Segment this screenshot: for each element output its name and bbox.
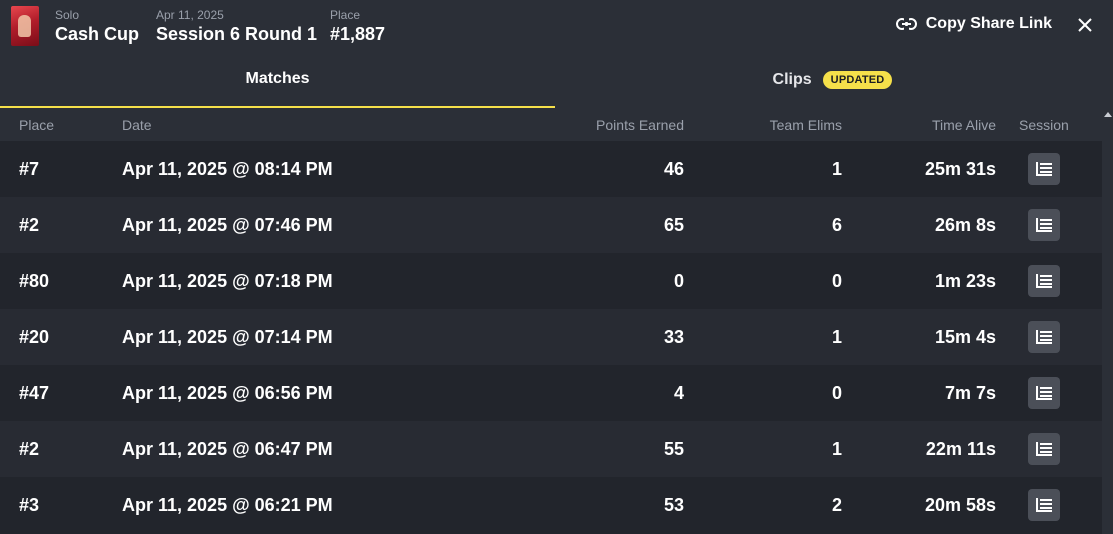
match-date: Apr 11, 2025 @ 07:14 PM <box>122 327 333 347</box>
match-points: 65 <box>663 215 684 235</box>
session-details-icon <box>1036 386 1052 400</box>
column-session: Session <box>1019 117 1069 133</box>
copy-share-link-button[interactable]: Copy Share Link <box>895 15 1052 33</box>
matches-table: #7 Apr 11, 2025 @ 08:14 PM 46 1 25m 31s … <box>0 141 1102 533</box>
match-time-alive: 15m 4s <box>934 327 996 347</box>
session-info: Apr 11, 2025 Session 6 Round 1 <box>156 8 317 45</box>
tab-matches[interactable]: Matches <box>0 52 555 108</box>
match-date: Apr 11, 2025 @ 08:14 PM <box>122 159 333 179</box>
match-date: Apr 11, 2025 @ 06:47 PM <box>122 439 333 459</box>
match-date: Apr 11, 2025 @ 07:18 PM <box>122 271 333 291</box>
table-row[interactable]: #2 Apr 11, 2025 @ 06:47 PM 55 1 22m 11s <box>0 421 1102 477</box>
match-elims: 0 <box>831 383 842 403</box>
column-place: Place <box>19 117 55 133</box>
match-place: #2 <box>19 215 40 235</box>
event-name: Cash Cup <box>55 24 140 44</box>
match-points: 55 <box>663 439 684 459</box>
updated-badge: UPDATED <box>822 71 893 89</box>
match-place: #47 <box>19 383 50 403</box>
link-icon <box>895 18 917 30</box>
event-info: Solo Cash Cup <box>55 8 139 45</box>
mode-label: Solo <box>55 8 80 22</box>
match-points: 46 <box>663 159 684 179</box>
session-details-button[interactable] <box>1028 489 1060 521</box>
session-details-icon <box>1036 442 1052 456</box>
tab-clips-label: Clips <box>772 71 812 88</box>
match-time-alive: 20m 58s <box>924 495 996 515</box>
session-details-icon <box>1036 218 1052 232</box>
match-place: #20 <box>19 327 50 347</box>
session-details-button[interactable] <box>1028 321 1060 353</box>
table-row[interactable]: #3 Apr 11, 2025 @ 06:21 PM 53 2 20m 58s <box>0 477 1102 533</box>
match-elims: 6 <box>831 215 842 235</box>
column-points: Points Earned <box>596 117 684 133</box>
close-icon[interactable] <box>1075 15 1095 35</box>
tab-bar: Matches Clips UPDATED <box>0 52 1113 108</box>
match-points: 33 <box>663 327 684 347</box>
column-date: Date <box>122 117 152 133</box>
session-details-icon <box>1036 330 1052 344</box>
match-points: 4 <box>673 383 684 403</box>
match-place: #7 <box>19 159 40 179</box>
session-details-button[interactable] <box>1028 433 1060 465</box>
match-time-alive: 7m 7s <box>944 383 996 403</box>
match-place: #2 <box>19 439 40 459</box>
match-elims: 2 <box>831 495 842 515</box>
match-elims: 1 <box>831 327 842 347</box>
header-bar: Solo Cash Cup Apr 11, 2025 Session 6 Rou… <box>0 0 1113 52</box>
match-place: #80 <box>19 271 50 291</box>
session-details-button[interactable] <box>1028 377 1060 409</box>
match-date: Apr 11, 2025 @ 07:46 PM <box>122 215 333 235</box>
session-name: Session 6 Round 1 <box>156 24 318 44</box>
event-thumbnail <box>11 6 39 46</box>
scrollbar[interactable] <box>1102 108 1113 534</box>
place-info: Place #1,887 <box>330 8 385 45</box>
column-time: Time Alive <box>931 117 996 133</box>
match-points: 53 <box>663 495 684 515</box>
match-elims: 1 <box>831 159 842 179</box>
match-time-alive: 1m 23s <box>934 271 996 291</box>
table-row[interactable]: #7 Apr 11, 2025 @ 08:14 PM 46 1 25m 31s <box>0 141 1102 197</box>
match-place: #3 <box>19 495 40 515</box>
match-elims: 1 <box>831 439 842 459</box>
session-details-icon <box>1036 162 1052 176</box>
scroll-up-arrow-icon[interactable] <box>1104 112 1112 117</box>
session-details-button[interactable] <box>1028 209 1060 241</box>
table-row[interactable]: #2 Apr 11, 2025 @ 07:46 PM 65 6 26m 8s <box>0 197 1102 253</box>
copy-share-link-label: Copy Share Link <box>925 15 1052 32</box>
table-row[interactable]: #47 Apr 11, 2025 @ 06:56 PM 4 0 7m 7s <box>0 365 1102 421</box>
session-details-icon <box>1036 274 1052 288</box>
match-time-alive: 22m 11s <box>925 439 996 459</box>
session-details-button[interactable] <box>1028 265 1060 297</box>
match-date: Apr 11, 2025 @ 06:56 PM <box>122 383 333 403</box>
table-row[interactable]: #20 Apr 11, 2025 @ 07:14 PM 33 1 15m 4s <box>0 309 1102 365</box>
session-date: Apr 11, 2025 <box>156 8 224 22</box>
session-details-button[interactable] <box>1028 153 1060 185</box>
table-row[interactable]: #80 Apr 11, 2025 @ 07:18 PM 0 0 1m 23s <box>0 253 1102 309</box>
column-elims: Team Elims <box>769 117 842 133</box>
tab-clips[interactable]: Clips UPDATED <box>555 52 1110 108</box>
match-time-alive: 25m 31s <box>924 159 996 179</box>
match-time-alive: 26m 8s <box>934 215 996 235</box>
session-details-icon <box>1036 498 1052 512</box>
place-value: #1,887 <box>330 24 386 44</box>
table-header: Place Date Points Earned Team Elims Time… <box>0 108 1102 141</box>
match-date: Apr 11, 2025 @ 06:21 PM <box>122 495 333 515</box>
match-elims: 0 <box>831 271 842 291</box>
match-points: 0 <box>673 271 684 291</box>
tab-matches-label: Matches <box>245 70 310 87</box>
place-label: Place <box>330 8 361 22</box>
